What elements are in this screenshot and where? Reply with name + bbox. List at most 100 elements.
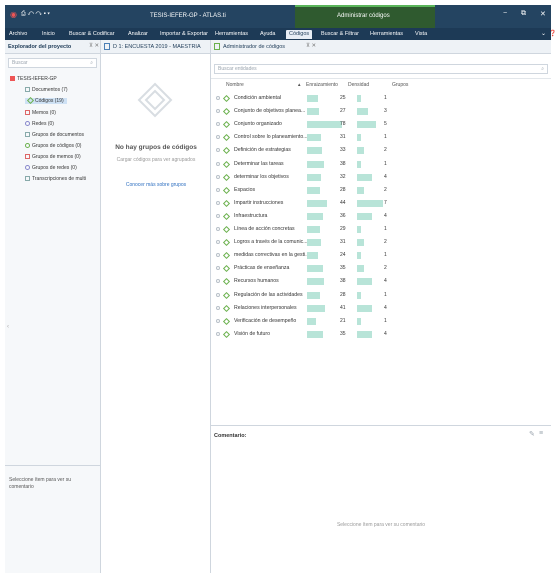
tree-grupos-codigos[interactable]: Grupos de códigos (0) [25,143,81,149]
entity-search-input[interactable]: Buscar entidades ⌕ [214,64,548,74]
comment-options-icon[interactable]: ≡ [539,430,543,437]
row-radio-icon[interactable] [216,240,220,245]
row-radio-icon[interactable] [216,187,220,192]
explorer-search-input[interactable]: Buscar ⌕ [8,58,97,68]
tree-grupos-documentos[interactable]: Grupos de documentos [25,132,84,138]
row-radio-icon[interactable] [216,213,220,218]
density-bar [357,291,361,299]
code-row[interactable]: Control sobre lo planeamiento... 31 1 [211,132,551,145]
quick-access-icon[interactable]: ⎙ ↶ ↷ ▪ ▾ [21,11,50,18]
title-bar: ◉ ⎙ ↶ ↷ ▪ ▾ TESIS-IEFER-GP - ATLAS.ti Ad… [5,5,551,28]
row-radio-icon[interactable] [216,292,220,297]
tree-grupos-redes[interactable]: Grupos de redes (0) [25,165,77,171]
row-radio-icon[interactable] [216,161,220,166]
code-row[interactable]: Conjunto de objetivos planea... 27 3 [211,106,551,119]
density-bar [357,304,372,312]
column-enraizamiento[interactable]: Enraizamiento [306,82,338,88]
row-radio-icon[interactable] [216,253,220,258]
minimize-icon[interactable]: − [503,10,507,17]
density-bar [357,226,361,233]
code-row[interactable]: Definición de estrategias 33 2 [211,145,551,158]
code-row[interactable]: Impartir instrucciones 44 7 [211,198,551,211]
learn-more-groups-link[interactable]: Conocer más sobre grupos [101,182,211,188]
code-row[interactable]: Logros a través de la comunic... 31 2 [211,237,551,250]
code-manager-tab[interactable]: Administrador de códigos ⊼ ✕ [211,40,551,54]
row-radio-icon[interactable] [216,200,220,205]
tree-grupos-memos[interactable]: Grupos de memos (0) [25,154,81,160]
row-radio-icon[interactable] [216,227,220,231]
edit-comment-icon[interactable]: ✎ [529,430,535,438]
code-row[interactable]: determinar los objetivos 32 4 [211,172,551,185]
close-icon[interactable]: ✕ [540,10,546,18]
code-row[interactable]: Conjunto organizado 78 5 [211,119,551,132]
row-radio-icon[interactable] [216,96,220,100]
tree-documentos[interactable]: Documentos (7) [25,87,68,93]
code-icon [222,252,231,260]
tab-vista[interactable]: Vista [415,30,427,39]
column-densidad[interactable]: Densidad [348,82,369,88]
density-value: 1 [384,317,387,324]
tab-close-icon[interactable]: ⊼ ✕ [306,43,316,49]
density-value: 5 [384,121,387,128]
code-row[interactable]: Visión de futuro 35 4 [211,329,551,342]
code-row[interactable]: medidas correctivas en la gesti... 24 1 [211,250,551,263]
code-row[interactable]: Relaciones interpersonales 41 4 [211,303,551,316]
code-row[interactable]: Infraestructura 36 4 [211,211,551,224]
code-icon [222,317,231,325]
row-radio-icon[interactable] [216,148,220,153]
project-icon [10,76,15,81]
code-name: Espacios [234,186,256,193]
tree-transcripciones[interactable]: Transcripciones de multi [25,176,99,182]
maximize-icon[interactable]: ⧉ [521,10,526,18]
tree-redes[interactable]: Redes (0) [25,121,54,127]
document-tab-icon [104,43,110,50]
tab-herramientas-context[interactable]: Herramientas [370,30,403,39]
tab-herramientas[interactable]: Herramientas [215,30,248,39]
code-groups-panel: D 1: ENCUESTA 2019 - MAESTRIA No hay gru… [101,40,211,573]
code-row[interactable]: Espacios 28 2 [211,185,551,198]
code-row[interactable]: Recursos humanos 38 4 [211,276,551,289]
tab-analizar[interactable]: Analizar [128,30,148,39]
row-radio-icon[interactable] [216,266,220,271]
tree-memos[interactable]: Memos (0) [25,110,56,116]
row-radio-icon[interactable] [216,305,220,310]
tree-codigos[interactable]: Códigos (19) [25,96,67,105]
tab-buscar-codificar[interactable]: Buscar & Codificar [69,30,115,39]
tree-project[interactable]: TESIS-IEFER-GP [10,76,57,82]
document-tab[interactable]: D 1: ENCUESTA 2019 - MAESTRIA [101,40,210,54]
code-icon [222,199,231,207]
groundedness-bar [307,252,318,260]
density-value: 2 [384,239,387,246]
tab-inicio[interactable]: Inicio [42,30,55,39]
row-radio-icon[interactable] [216,122,220,127]
groundedness-bar [307,186,320,194]
column-grupos[interactable]: Grupos [392,82,408,88]
code-row[interactable]: Línea de acción concretas 29 1 [211,224,551,237]
code-row[interactable]: Regulación de las actividades 28 1 [211,290,551,303]
row-radio-icon[interactable] [216,174,220,179]
tab-codigos[interactable]: Códigos [286,30,313,39]
row-radio-icon[interactable] [216,331,220,336]
explorer-divider [5,465,100,466]
code-name: Condición ambiental [234,95,282,101]
tab-importar-exportar[interactable]: Importar & Exportar [160,30,208,39]
collapse-handle-icon[interactable]: ‹ [7,324,9,330]
code-icon [222,291,231,299]
code-row[interactable]: Condición ambiental 25 1 [211,93,551,106]
tab-archivo[interactable]: Archivo [9,30,27,39]
code-row[interactable]: Determinar las tareas 38 1 [211,159,551,172]
column-nombre[interactable]: Nombre [226,82,244,88]
collapse-ribbon-icon[interactable]: ⌄ [541,30,546,37]
code-row[interactable]: Verificación de desempeño 21 1 [211,316,551,329]
sort-asc-icon: ▲ [297,82,302,87]
row-radio-icon[interactable] [216,109,220,114]
row-radio-icon[interactable] [216,135,220,140]
tab-ayuda[interactable]: Ayuda [260,30,276,39]
help-icon[interactable]: ❓ [549,30,555,37]
tab-buscar-filtrar[interactable]: Buscar & Filtrar [321,30,359,39]
density-value: 4 [384,173,387,180]
pin-close-icon[interactable]: ⊼ ✕ [89,43,99,49]
code-row[interactable]: Prácticas de enseñanza 35 2 [211,263,551,276]
row-radio-icon[interactable] [216,318,220,323]
row-radio-icon[interactable] [216,279,220,284]
